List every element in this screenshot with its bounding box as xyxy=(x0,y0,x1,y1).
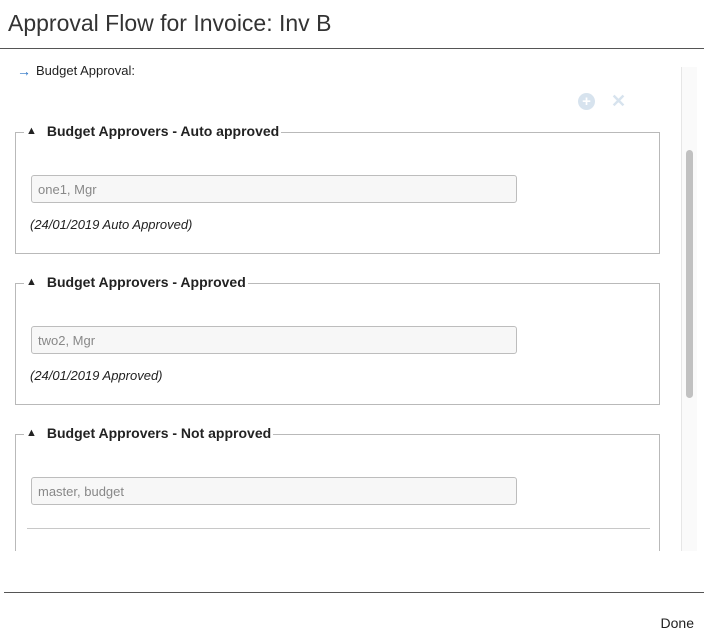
remove-approver-icon[interactable]: ✕ xyxy=(611,92,626,110)
section-label: Budget Approval: xyxy=(36,63,136,78)
approver-field[interactable] xyxy=(31,326,517,354)
collapse-triangle-icon[interactable]: ▲ xyxy=(26,276,37,288)
dialog-content[interactable]: → Budget Approval: + ✕ ▲ Budget Approver… xyxy=(0,49,700,551)
approver-group-not-approved: ▲ Budget Approvers - Not approved xyxy=(15,425,660,551)
approver-field[interactable] xyxy=(31,477,517,505)
approver-group-auto-approved: ▲ Budget Approvers - Auto approved (24/0… xyxy=(15,123,660,254)
approver-field[interactable] xyxy=(31,175,517,203)
dialog-footer: Done xyxy=(4,592,704,637)
vertical-scrollbar[interactable] xyxy=(681,67,697,551)
approval-status: (24/01/2019 Approved) xyxy=(30,368,163,383)
approval-status: (24/01/2019 Auto Approved) xyxy=(30,217,193,232)
group-title: Budget Approvers - Not approved xyxy=(46,425,272,441)
group-title: Budget Approvers - Approved xyxy=(46,274,246,290)
dialog-header: Approval Flow for Invoice: Inv B xyxy=(0,0,704,49)
approver-group-approved: ▲ Budget Approvers - Approved (24/01/201… xyxy=(15,274,660,405)
group-legend[interactable]: ▲ Budget Approvers - Not approved xyxy=(24,425,274,441)
collapse-triangle-icon[interactable]: ▲ xyxy=(26,427,37,439)
done-button[interactable]: Done xyxy=(661,615,694,631)
arrow-right-icon: → xyxy=(17,62,31,79)
budget-approval-section[interactable]: → Budget Approval: xyxy=(17,63,135,78)
section-actions: + ✕ xyxy=(578,92,626,110)
add-approver-icon[interactable]: + xyxy=(578,92,595,110)
collapse-triangle-icon[interactable]: ▲ xyxy=(26,125,37,137)
scrollbar-thumb[interactable] xyxy=(686,150,693,398)
approval-flow-dialog: Approval Flow for Invoice: Inv B → Budge… xyxy=(0,0,711,637)
group-legend[interactable]: ▲ Budget Approvers - Auto approved xyxy=(24,123,282,139)
group-title: Budget Approvers - Auto approved xyxy=(46,123,280,139)
dialog-title: Approval Flow for Invoice: Inv B xyxy=(8,10,332,36)
group-divider xyxy=(27,528,650,529)
group-legend[interactable]: ▲ Budget Approvers - Approved xyxy=(24,274,248,290)
